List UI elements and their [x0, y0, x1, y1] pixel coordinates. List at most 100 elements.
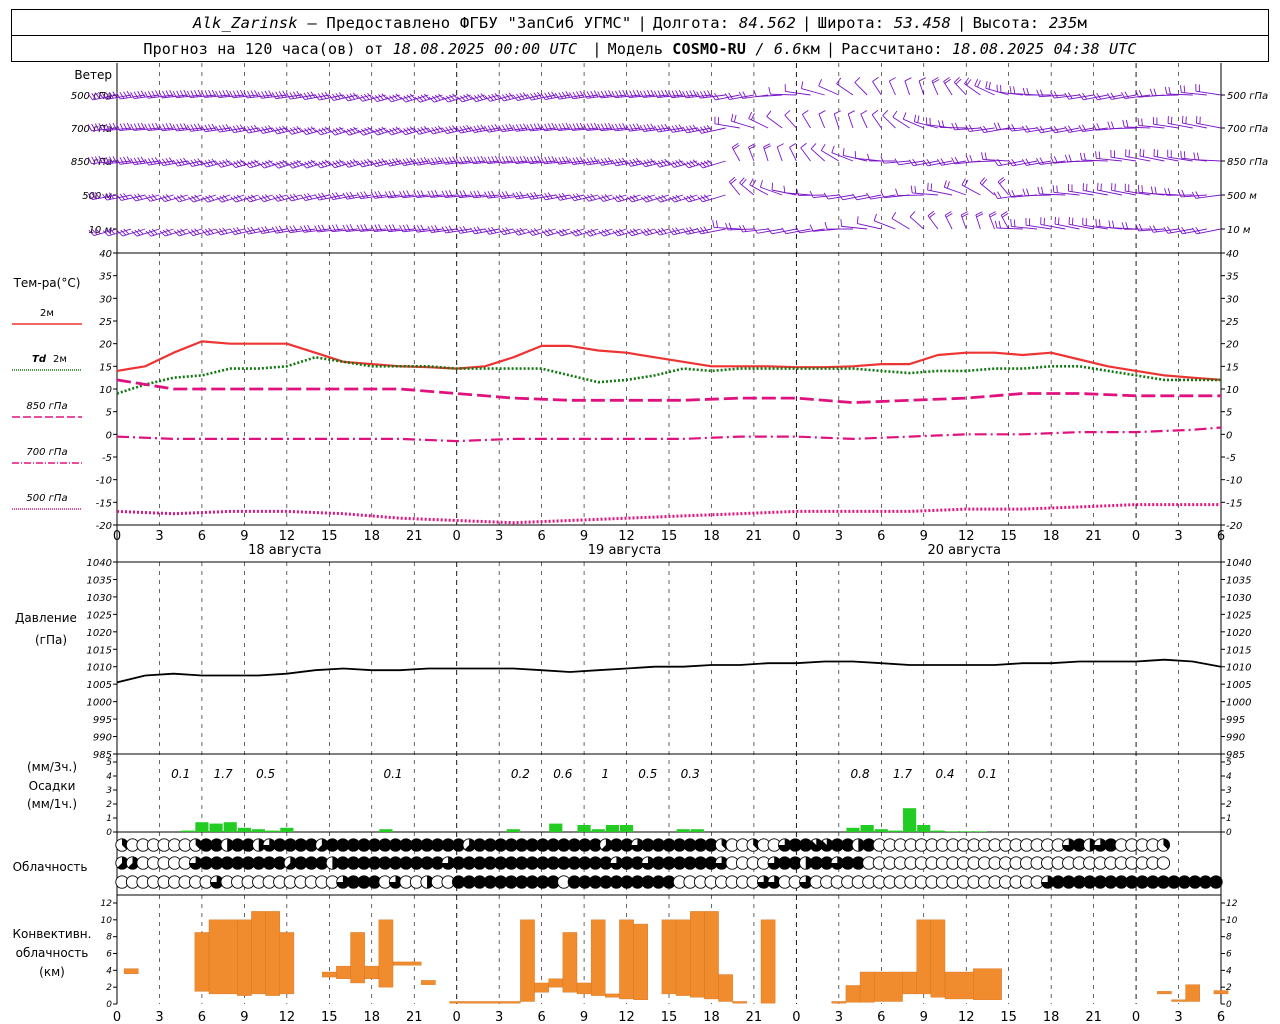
wind-barb-flag	[271, 92, 277, 99]
wind-barb-flag	[476, 125, 482, 132]
x-tick-label-bottom: 15	[661, 1010, 678, 1024]
pres-y-label: 1005	[87, 680, 112, 691]
wind-barb-flag	[800, 142, 807, 149]
wind-barb-flag	[1137, 184, 1140, 193]
wind-barb-flag	[632, 123, 637, 131]
wind-barb-flag	[349, 191, 355, 199]
wind-barb-shaft	[784, 114, 797, 129]
wind-barb-flag	[604, 157, 610, 165]
convective-bar	[690, 911, 705, 998]
convective-bar	[336, 965, 351, 979]
convective-bar	[350, 932, 365, 984]
conv-y-label: 0	[106, 1000, 112, 1010]
wind-barb-flag	[937, 158, 942, 166]
pres-y-label-right: 1025	[1226, 610, 1251, 621]
wind-barb-flag	[766, 110, 772, 117]
convective-bar	[930, 919, 946, 998]
x-tick-label: 3	[835, 529, 843, 544]
day-label: 20 августа	[927, 543, 1001, 558]
temp-y-label-right: 5	[1226, 408, 1232, 419]
convective-bar	[605, 993, 620, 998]
wind-barb-flag	[1098, 219, 1101, 227]
wind-barb-flag	[540, 93, 546, 100]
wind-barb-flag	[1021, 159, 1027, 166]
wind-barb-flag	[1100, 183, 1102, 191]
wind-barb-shaft	[800, 147, 811, 162]
wind-barb-shaft	[892, 116, 910, 129]
conv-y-label-right: 8	[1226, 933, 1232, 943]
wind-barb-flag	[285, 92, 291, 100]
temp-y-label: 25	[99, 317, 112, 328]
temp-y-label: 10	[99, 385, 112, 396]
wind-barb-shaft	[996, 227, 1023, 230]
wind-barb-flag	[984, 152, 987, 160]
wind-barb-flag	[891, 212, 897, 219]
temp-y-label-right: -10	[1226, 476, 1242, 487]
temp-y-label-right: 20	[1226, 340, 1239, 351]
wind-barb-flag	[1037, 186, 1040, 195]
precip-y-label-right: 0	[1226, 828, 1232, 838]
wind-barb-flag	[904, 77, 912, 82]
wind-barb-flag	[579, 156, 584, 164]
wind-barb-shaft	[789, 147, 797, 162]
wind-barb-flag	[699, 226, 705, 234]
conv-y-label-right: 6	[1226, 950, 1232, 960]
precip-bar	[846, 827, 860, 832]
x-tick-label: 18	[363, 529, 380, 544]
wind-barb-flag	[889, 77, 896, 82]
wind-barb-flag	[215, 125, 220, 133]
wind-barb-flag	[842, 148, 845, 156]
wind-barb-flag	[918, 77, 926, 82]
wind-barb-shaft	[912, 192, 938, 196]
wind-barb-flag	[910, 185, 913, 194]
wind-barb-flag	[487, 191, 492, 198]
temp-y-label: -20	[96, 521, 112, 532]
precip-y-label: 1	[106, 814, 112, 824]
wind-barb-flag	[501, 191, 507, 199]
wind-barb-shaft	[982, 159, 1009, 162]
temp-y-label-right: 25	[1226, 317, 1239, 328]
wind-barb-flag	[133, 157, 139, 165]
wind-barb-flag	[278, 225, 284, 233]
wind-barb-flag	[342, 192, 348, 200]
wind-barb-flag	[607, 157, 613, 164]
wind-barb-shaft	[702, 194, 726, 203]
precip-bar	[903, 808, 917, 832]
wind-barb-flag	[1181, 115, 1184, 124]
convective-bar	[237, 919, 252, 996]
wind-barb-flag	[1110, 121, 1115, 129]
wind-barb-shaft	[1196, 122, 1222, 129]
conv-y-label: 6	[106, 950, 112, 960]
wind-barb-flag	[917, 115, 920, 123]
wind-barb-flag	[1011, 124, 1016, 131]
x-tick-label-bottom: 18	[703, 1010, 720, 1024]
wind-barb-flag	[657, 124, 663, 132]
wind-barb-shaft	[904, 80, 911, 96]
wind-barb-shaft	[909, 216, 925, 230]
wind-barb-flag	[346, 192, 351, 199]
convective-bar	[520, 919, 535, 1002]
x-tick-label-bottom: 6	[537, 1010, 545, 1024]
wind-barb-flag	[707, 90, 712, 98]
x-tick-label: 18	[1043, 529, 1060, 544]
wind-barb-flag	[974, 78, 979, 86]
wind-barb-flag	[292, 225, 298, 232]
wind-barb-flag	[275, 91, 280, 99]
wind-barb-flag	[399, 159, 405, 166]
wind-barb-flag	[1009, 86, 1012, 94]
precip-bar	[973, 831, 987, 832]
precip-bar	[591, 829, 605, 832]
conv-y-label-right: 10	[1226, 916, 1238, 926]
wind-barb-flag	[123, 156, 128, 164]
x-tick-label-bottom: 12	[958, 1010, 975, 1024]
wind-barb-flag	[268, 90, 273, 98]
pres-y-label-right: 995	[1226, 715, 1245, 726]
precip-bar	[860, 825, 874, 832]
wind-barb-flag	[558, 157, 563, 164]
x-tick-label: 9	[920, 529, 928, 544]
cloud-octa-full	[1209, 875, 1223, 889]
wind-barb-shaft	[918, 80, 925, 96]
wind-barb-flag	[636, 123, 641, 131]
wind-barb-flag	[491, 124, 496, 132]
day-label: 19 августа	[588, 543, 662, 558]
